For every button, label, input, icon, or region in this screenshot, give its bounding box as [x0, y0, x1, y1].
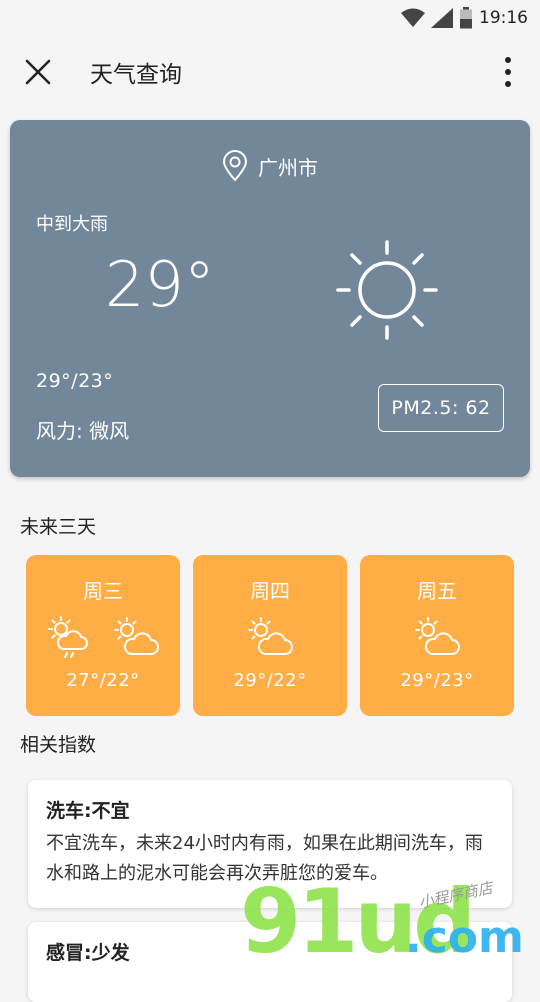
wind-level: 风力: 微风: [36, 419, 130, 443]
forecast-day-card[interactable]: 周四 29°/22°: [193, 555, 347, 716]
watermark-logo: 91ud .com 小程序商店: [240, 872, 524, 960]
more-vert-icon: [505, 57, 511, 87]
close-button[interactable]: [20, 54, 56, 90]
day-range: 29°/23°: [400, 670, 474, 691]
status-time: 19:16: [479, 8, 528, 28]
svg-text:.com: .com: [405, 912, 524, 960]
current-weather-card: 广州市 中到大雨 29° 29°/23° 风力: 微风 PM2.5: 62: [10, 120, 530, 477]
forecast-list: 周三 27°/22° 周四 29°/22° 周五 29°/23°: [26, 555, 514, 716]
status-bar: 19:16: [0, 0, 540, 36]
page-title: 天气查询: [90, 62, 182, 88]
partly-cloudy-rain-icon: [48, 616, 88, 658]
day-range: 29°/22°: [233, 670, 307, 691]
weather-condition: 中到大雨: [36, 214, 108, 235]
partly-cloudy-icon: [248, 617, 293, 655]
pm25-badge: PM2.5: 62: [378, 384, 504, 432]
today-range: 29°/23°: [36, 370, 114, 392]
forecast-day-card[interactable]: 周五 29°/23°: [360, 555, 514, 716]
day-name: 周三: [83, 579, 123, 603]
indices-heading: 相关指数: [20, 734, 97, 756]
more-button[interactable]: [496, 54, 520, 90]
wifi-icon: [401, 8, 425, 28]
partly-cloudy-icon: [114, 617, 159, 655]
close-icon: [25, 59, 51, 85]
index-title: 洗车:不宜: [46, 800, 130, 822]
app-bar: 天气查询: [0, 36, 540, 108]
day-name: 周四: [250, 579, 290, 603]
forecast-day-card[interactable]: 周三 27°/22°: [26, 555, 180, 716]
signal-icon: [431, 8, 453, 28]
day-name: 周五: [417, 579, 457, 603]
partly-cloudy-icon: [415, 617, 460, 655]
forecast-heading: 未来三天: [20, 516, 97, 538]
city-row: 广州市: [10, 150, 530, 182]
location-pin-icon: [222, 150, 248, 182]
battery-icon: [459, 7, 473, 29]
day-range: 27°/22°: [66, 670, 140, 691]
city-name: 广州市: [258, 155, 318, 180]
sun-icon: [336, 240, 438, 340]
current-temperature: 29°: [105, 248, 215, 321]
